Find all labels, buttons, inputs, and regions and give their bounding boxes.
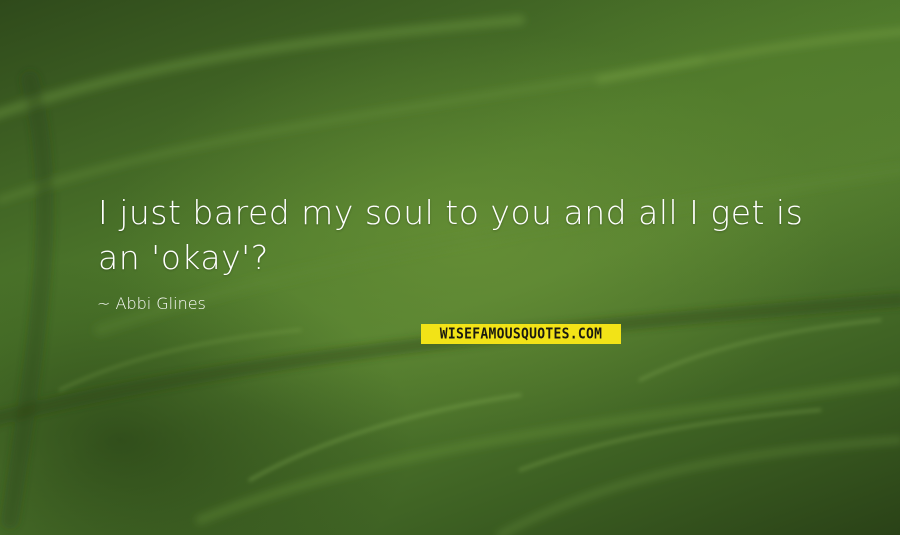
quote-author: ~ Abbi Glines xyxy=(97,294,206,313)
logo-text: WISEFAMOUSQUOTES.COM xyxy=(439,325,603,343)
quote-text: I just bared my soul to you and all I ge… xyxy=(98,193,804,277)
wisefamousquotes-logo[interactable]: WISEFAMOUSQUOTES.COM xyxy=(421,324,621,344)
quote-card: I just bared my soul to you and all I ge… xyxy=(0,0,900,535)
